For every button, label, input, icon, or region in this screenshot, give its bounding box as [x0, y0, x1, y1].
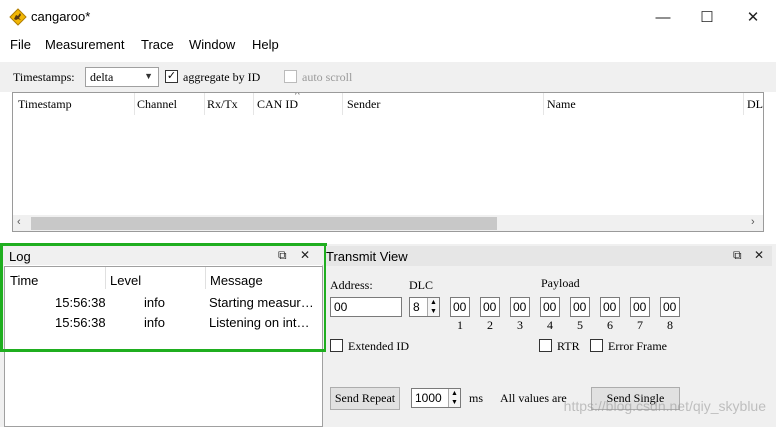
dlc-value: 8 — [413, 300, 420, 314]
menu-file[interactable]: File — [10, 37, 31, 52]
close-icon[interactable]: ✕ — [300, 248, 310, 262]
interval-value: 1000 — [415, 391, 442, 405]
spin-arrows-icon[interactable]: ▲ ▼ — [448, 389, 460, 407]
log-col-message[interactable]: Message — [210, 273, 263, 288]
payload-byte-6[interactable]: 00 — [600, 297, 620, 317]
log-row-level: info — [144, 295, 165, 310]
menu-bar: File Measurement Trace Window Help — [0, 34, 776, 56]
col-dlc[interactable]: DLC — [747, 97, 763, 112]
byte-index: 2 — [487, 318, 493, 332]
dlc-label: DLC — [409, 278, 433, 292]
column-divider — [105, 267, 106, 289]
log-row-message: Starting measur… — [209, 295, 314, 310]
float-icon[interactable]: ⧉ — [733, 248, 742, 263]
byte-index: 3 — [517, 318, 523, 332]
col-can-id[interactable]: CAN ID — [257, 97, 298, 112]
aggregate-checkbox[interactable]: ✓ — [165, 70, 178, 83]
byte-index: 6 — [607, 318, 613, 332]
minimize-button[interactable]: — — [640, 0, 686, 34]
payload-byte-8[interactable]: 00 — [660, 297, 680, 317]
column-divider — [205, 267, 206, 289]
byte-index: 4 — [547, 318, 553, 332]
col-sender[interactable]: Sender — [347, 97, 380, 112]
interval-spinbox[interactable]: 1000 ▲ ▼ — [411, 388, 461, 408]
timestamps-select-value: delta — [90, 69, 114, 84]
send-repeat-button[interactable]: Send Repeat — [330, 387, 400, 410]
transmit-titlebar: Transmit View ⧉ ✕ — [326, 246, 772, 266]
log-row-time: 15:56:38 — [55, 315, 106, 330]
payload-byte-1[interactable]: 00 — [450, 297, 470, 317]
column-divider — [134, 93, 135, 115]
kangaroo-icon — [9, 8, 27, 26]
log-row-time: 15:56:38 — [55, 295, 106, 310]
byte-index: 8 — [667, 318, 673, 332]
col-timestamp[interactable]: Timestamp — [18, 97, 72, 112]
log-table[interactable]: Time Level Message 15:56:38 info Startin… — [4, 266, 323, 427]
menu-help[interactable]: Help — [252, 37, 279, 52]
payload-byte-5[interactable]: 00 — [570, 297, 590, 317]
menu-measurement[interactable]: Measurement — [45, 37, 124, 52]
payload-byte-2[interactable]: 00 — [480, 297, 500, 317]
extended-id-checkbox[interactable] — [330, 339, 343, 352]
rtr-checkbox[interactable] — [539, 339, 552, 352]
maximize-button[interactable]: ☐ — [684, 0, 730, 34]
rtr-label: RTR — [557, 339, 580, 353]
scroll-left-icon[interactable]: ‹ — [17, 216, 21, 228]
address-label: Address: — [330, 278, 373, 292]
payload-byte-7[interactable]: 00 — [630, 297, 650, 317]
transmit-title: Transmit View — [326, 249, 408, 264]
autoscroll-label: auto scroll — [302, 70, 353, 84]
close-icon[interactable]: ✕ — [754, 248, 764, 262]
ms-label: ms — [469, 391, 484, 405]
column-divider — [204, 93, 205, 115]
column-divider — [543, 93, 544, 115]
dlc-spinbox[interactable]: 8 ▲ ▼ — [409, 297, 440, 317]
error-frame-checkbox[interactable] — [590, 339, 603, 352]
payload-byte-3[interactable]: 00 — [510, 297, 530, 317]
checkmark-icon: ✓ — [166, 70, 177, 82]
col-rxtx[interactable]: Rx/Tx — [207, 97, 238, 112]
byte-index: 1 — [457, 318, 463, 332]
error-frame-label: Error Framе — [608, 339, 667, 353]
address-input[interactable]: 00 — [330, 297, 402, 317]
col-name[interactable]: Name — [547, 97, 576, 112]
menu-window[interactable]: Window — [189, 37, 235, 52]
title-bar: cangaroo* — ☐ ✕ — [0, 0, 776, 34]
column-divider — [342, 93, 343, 115]
scrollbar-thumb[interactable] — [31, 217, 497, 230]
log-title: Log — [9, 249, 31, 264]
chevron-down-icon: ▼ — [144, 71, 153, 81]
scroll-right-icon[interactable]: › — [751, 216, 755, 228]
spin-arrows-icon[interactable]: ▲ ▼ — [427, 298, 439, 316]
column-divider — [253, 93, 254, 115]
trace-table[interactable]: Timestamp Channel Rx/Tx CAN ID ^ Sender … — [12, 92, 764, 232]
log-col-time[interactable]: Time — [10, 273, 38, 288]
log-row-message: Listening on int… — [209, 315, 310, 330]
trace-header: Timestamp Channel Rx/Tx CAN ID ^ Sender … — [13, 92, 763, 115]
col-channel[interactable]: Channel — [137, 97, 177, 112]
window-title: cangaroo* — [31, 9, 91, 24]
timestamps-select[interactable]: delta ▼ — [85, 67, 159, 87]
byte-index: 5 — [577, 318, 583, 332]
byte-index: 7 — [637, 318, 643, 332]
column-divider — [743, 93, 744, 115]
extended-id-label: Extended ID — [348, 339, 409, 353]
autoscroll-checkbox[interactable] — [284, 70, 297, 83]
float-icon[interactable]: ⧉ — [278, 248, 287, 263]
log-row-level: info — [144, 315, 165, 330]
aggregate-label: aggregate by ID — [183, 70, 261, 84]
log-titlebar: Log ⧉ ✕ — [4, 246, 323, 265]
close-button[interactable]: ✕ — [730, 0, 776, 34]
menu-trace[interactable]: Trace — [141, 37, 174, 52]
trace-toolbar: Timestamps: delta ▼ ✓ aggregate by ID au… — [0, 62, 776, 92]
timestamps-label: Timestamps: — [13, 70, 75, 84]
log-col-level[interactable]: Level — [110, 273, 141, 288]
log-panel: Log ⧉ ✕ Time Level Message 15:56:38 info… — [4, 246, 323, 427]
payload-byte-4[interactable]: 00 — [540, 297, 560, 317]
sort-ascending-icon: ^ — [295, 92, 300, 101]
horizontal-scrollbar[interactable]: ‹ › — [13, 215, 763, 231]
watermark: https://blog.csdn.net/qiy_skyblue — [563, 398, 766, 414]
payload-label: Payload — [541, 276, 580, 290]
